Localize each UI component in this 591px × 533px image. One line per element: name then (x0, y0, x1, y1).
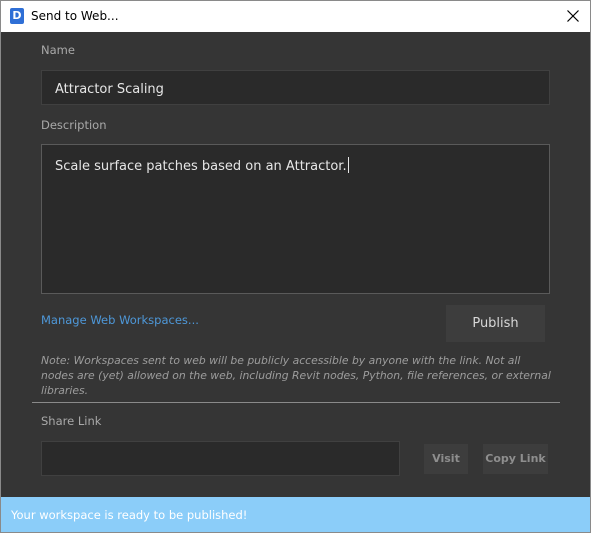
share-link-label: Share Link (41, 414, 102, 428)
send-to-web-dialog: D Send to Web... Name Attractor Scaling … (0, 0, 591, 533)
manage-web-workspaces-link[interactable]: Manage Web Workspaces... (41, 313, 199, 327)
window-title: Send to Web... (31, 9, 119, 23)
publish-button[interactable]: Publish (446, 305, 545, 342)
status-bar: Your workspace is ready to be published! (1, 497, 590, 532)
divider (32, 402, 560, 403)
close-button[interactable] (560, 4, 586, 28)
status-message: Your workspace is ready to be published! (11, 508, 248, 522)
share-link-field[interactable] (41, 441, 400, 476)
title-bar: D Send to Web... (1, 1, 590, 32)
close-icon (567, 10, 579, 22)
description-text: Scale surface patches based on an Attrac… (55, 159, 347, 174)
description-field[interactable]: Scale surface patches based on an Attrac… (41, 144, 550, 294)
name-label: Name (41, 43, 75, 57)
publish-note: Note: Workspaces sent to web will be pub… (41, 354, 551, 397)
description-label: Description (41, 118, 107, 132)
name-field[interactable]: Attractor Scaling (41, 70, 550, 105)
dynamo-app-icon: D (10, 8, 24, 24)
text-caret (347, 157, 349, 173)
visit-button[interactable]: Visit (424, 444, 468, 474)
copy-link-button[interactable]: Copy Link (483, 444, 548, 474)
